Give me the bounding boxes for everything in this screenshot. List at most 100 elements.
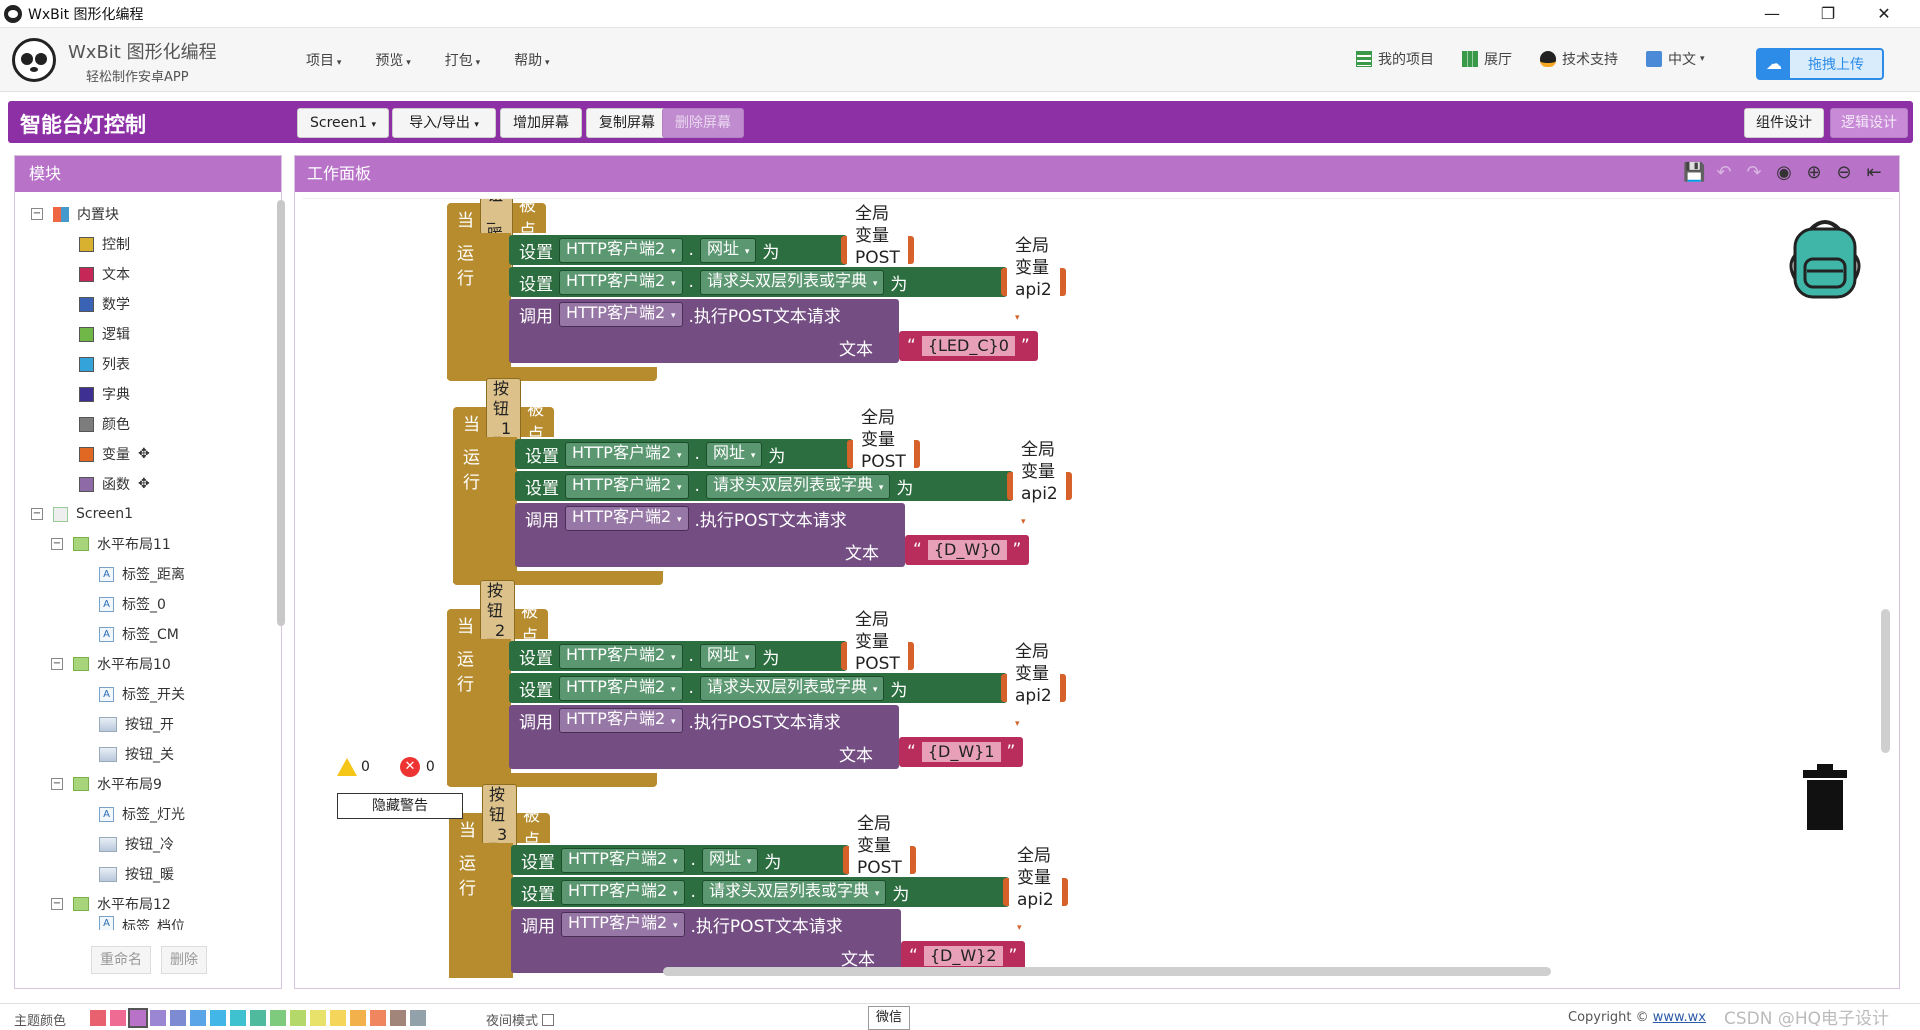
theme-color-swatch[interactable] xyxy=(128,1008,148,1028)
theme-color-swatch[interactable] xyxy=(410,1010,426,1026)
gear-icon[interactable]: ✥ xyxy=(138,476,150,492)
delete-button[interactable]: 删除 xyxy=(161,946,207,974)
global-post-getter[interactable]: 全局变量 POST xyxy=(847,407,920,501)
recenter-icon[interactable]: ◉ xyxy=(1773,162,1795,184)
hide-warnings-button[interactable]: 隐藏警告 xyxy=(337,793,463,819)
collapse-panel-icon[interactable]: ⇤ xyxy=(1863,162,1885,184)
delete-screen-button[interactable]: 删除屏幕 xyxy=(662,108,744,138)
module-dict[interactable]: 字典 xyxy=(79,382,130,406)
tree-layout[interactable]: − 水平布局11 xyxy=(51,532,171,556)
theme-color-swatch[interactable] xyxy=(310,1010,326,1026)
theme-color-swatch[interactable] xyxy=(330,1010,346,1026)
tree-label[interactable]: A 标签_距离 xyxy=(99,562,185,586)
save-icon[interactable]: 💾 xyxy=(1683,162,1705,184)
import-export-button[interactable]: 导入/导出 ▾ xyxy=(392,108,496,138)
collapse-icon[interactable]: − xyxy=(31,508,43,520)
module-logic[interactable]: 逻辑 xyxy=(79,322,130,346)
property-dropdown[interactable]: 网址 xyxy=(701,847,759,873)
tree-screen1[interactable]: − Screen1 xyxy=(31,502,133,526)
text-literal-block[interactable]: “{D_W}1” xyxy=(899,737,1024,767)
text-literal-block[interactable]: “{LED_C}0” xyxy=(899,331,1038,361)
theme-color-swatch[interactable] xyxy=(270,1010,286,1026)
tree-button[interactable]: 按钮_关 xyxy=(99,742,174,766)
drag-upload-button[interactable]: ☁ 拖拽上传 xyxy=(1756,48,1884,80)
trash-icon[interactable] xyxy=(1801,764,1849,830)
http-client-dropdown[interactable]: HTTP客户端2 xyxy=(565,505,689,531)
call-post-block[interactable]: 调用 HTTP客户端2.执行POST文本请求 xyxy=(511,909,901,939)
set-url-block[interactable]: 设置 HTTP客户端2.网址为 xyxy=(509,235,847,265)
global-api-getter[interactable]: 全局变量 api2 xyxy=(1007,439,1072,533)
property-dropdown[interactable]: 网址 xyxy=(705,441,763,467)
tree-builtin[interactable]: − 内置块 xyxy=(31,202,119,226)
property-dropdown[interactable]: 请求头双层列表或字典 xyxy=(701,879,887,905)
text-value[interactable]: {LED_C}0 xyxy=(921,336,1015,356)
property-dropdown[interactable]: 请求头双层列表或字典 xyxy=(699,675,885,701)
event-hat[interactable]: 当按钮_2.被点击 xyxy=(447,577,549,672)
screen-select[interactable]: Screen1 ▾ xyxy=(297,108,389,138)
tree-button[interactable]: 按钮_暖 xyxy=(99,862,174,886)
global-post-getter[interactable]: 全局变量 POST xyxy=(841,609,914,703)
night-mode-toggle[interactable]: 夜间模式 xyxy=(486,1010,555,1029)
event-hat[interactable]: 当按钮_1.被点击 xyxy=(453,375,555,470)
night-mode-checkbox[interactable] xyxy=(542,1013,555,1026)
restore-icon[interactable]: ❐ xyxy=(1800,0,1856,28)
minimize-icon[interactable]: — xyxy=(1744,0,1800,28)
theme-color-swatch[interactable] xyxy=(290,1010,306,1026)
text-value[interactable]: {D_W}1 xyxy=(921,742,1001,762)
property-dropdown[interactable]: 请求头双层列表或字典 xyxy=(705,473,891,499)
vertical-scrollbar[interactable] xyxy=(1881,609,1890,753)
zoom-out-icon[interactable]: ⊖ xyxy=(1833,162,1855,184)
redo-icon[interactable]: ↷ xyxy=(1743,162,1765,184)
call-post-block[interactable]: 调用 HTTP客户端2.执行POST文本请求 xyxy=(509,705,899,735)
module-control[interactable]: 控制 xyxy=(79,232,130,256)
property-dropdown[interactable]: 网址 xyxy=(699,643,757,669)
theme-color-swatch[interactable] xyxy=(90,1010,106,1026)
tree-button[interactable]: 按钮_冷 xyxy=(99,832,174,856)
property-dropdown[interactable]: 网址 xyxy=(699,237,757,263)
module-text[interactable]: 文本 xyxy=(79,262,130,286)
menu-package[interactable]: 打包 xyxy=(445,50,480,70)
panda-logo-icon[interactable] xyxy=(12,38,56,82)
event-hat[interactable]: 当按钮_3.被点击 xyxy=(449,781,551,876)
support-link[interactable]: 技术支持 xyxy=(1540,49,1618,69)
text-value[interactable]: {D_W}2 xyxy=(923,946,1003,966)
variable-dropdown[interactable]: 全局变量 api2 xyxy=(1013,439,1066,533)
theme-color-swatch[interactable] xyxy=(250,1010,266,1026)
close-icon[interactable]: ✕ xyxy=(1856,0,1912,28)
global-api-getter[interactable]: 全局变量 api2 xyxy=(1001,641,1066,735)
collapse-icon[interactable]: − xyxy=(51,658,63,670)
http-client-dropdown[interactable]: HTTP客户端2 xyxy=(559,707,683,733)
tree-label[interactable]: A 标签_档位 xyxy=(99,916,185,930)
tree-label[interactable]: A 标签_灯光 xyxy=(99,802,185,826)
set-headers-block[interactable]: 设置 HTTP客户端2.请求头双层列表或字典为 xyxy=(511,877,1009,907)
theme-color-swatch[interactable] xyxy=(370,1010,386,1026)
collapse-icon[interactable]: − xyxy=(51,538,63,550)
tree-layout[interactable]: − 水平布局10 xyxy=(51,652,171,676)
property-dropdown[interactable]: 请求头双层列表或字典 xyxy=(699,269,885,295)
http-client-dropdown[interactable]: HTTP客户端2 xyxy=(559,237,683,263)
component-design-button[interactable]: 组件设计 xyxy=(1744,108,1824,138)
set-url-block[interactable]: 设置 HTTP客户端2.网址为 xyxy=(509,641,847,671)
theme-color-swatch[interactable] xyxy=(230,1010,246,1026)
module-math[interactable]: 数学 xyxy=(79,292,130,316)
set-headers-block[interactable]: 设置 HTTP客户端2.请求头双层列表或字典为 xyxy=(509,673,1007,703)
theme-color-swatch[interactable] xyxy=(170,1010,186,1026)
call-post-block[interactable]: 调用 HTTP客户端2.执行POST文本请求 xyxy=(509,299,899,329)
theme-color-swatch[interactable] xyxy=(350,1010,366,1026)
copy-screen-button[interactable]: 复制屏幕 xyxy=(586,108,668,138)
collapse-icon[interactable]: − xyxy=(51,778,63,790)
set-headers-block[interactable]: 设置 HTTP客户端2.请求头双层列表或字典为 xyxy=(515,471,1013,501)
tree-label[interactable]: A 标签_CM xyxy=(99,622,179,646)
theme-color-swatch[interactable] xyxy=(390,1010,406,1026)
menu-help[interactable]: 帮助 xyxy=(514,50,549,70)
collapse-icon[interactable]: − xyxy=(31,208,43,220)
menu-preview[interactable]: 预览 xyxy=(375,50,410,70)
add-screen-button[interactable]: 增加屏幕 xyxy=(500,108,582,138)
collapse-icon[interactable]: − xyxy=(51,898,63,910)
tree-scrollbar[interactable] xyxy=(277,200,285,626)
zoom-in-icon[interactable]: ⊕ xyxy=(1803,162,1825,184)
http-client-dropdown[interactable]: HTTP客户端2 xyxy=(561,911,685,937)
language-select[interactable]: 中文 ▾ xyxy=(1646,49,1705,69)
text-value[interactable]: {D_W}0 xyxy=(927,540,1007,560)
http-client-dropdown[interactable]: HTTP客户端2 xyxy=(559,269,683,295)
